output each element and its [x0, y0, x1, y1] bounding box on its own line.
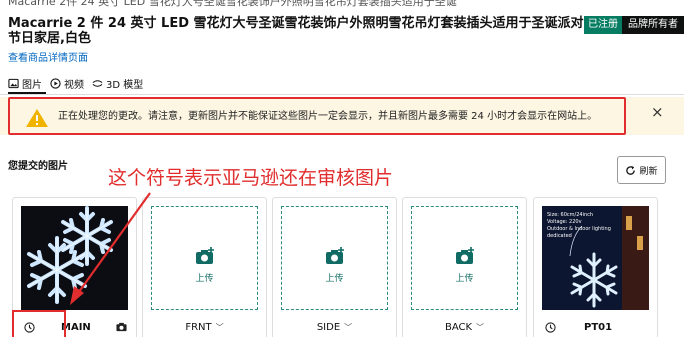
refresh-icon	[626, 165, 636, 175]
add-photo-icon	[195, 247, 214, 264]
chevron-down-icon: ﹀	[215, 323, 224, 332]
upload-slot-frnt[interactable]: 上传	[151, 206, 258, 310]
refresh-label: 刷新	[639, 166, 658, 177]
page-title: Macarrie 2 件 24 英寸 LED 雪花灯大号圣诞雪花装饰户外照明雪花…	[8, 16, 584, 46]
tab-3d-label: 3D 模型	[106, 79, 144, 91]
media-tabs: 图片 视频 3D 模型	[8, 74, 143, 92]
brand-owner-badge: 已注册 品牌所有者	[584, 16, 684, 34]
status-highlight-box	[12, 310, 66, 337]
back-label: BACK	[444, 322, 473, 333]
upload-label: 上传	[195, 274, 214, 284]
tab-images-label: 图片	[22, 79, 42, 91]
side-label: SIDE	[316, 322, 341, 333]
side-label-row[interactable]: SIDE ﹀	[273, 322, 396, 333]
image-card-side: 上传 SIDE ﹀	[272, 197, 397, 337]
submitted-images-title: 您提交的图片	[8, 161, 68, 172]
upload-slot-back[interactable]: 上传	[411, 206, 518, 310]
annotation-text: 这个符号表示亚马逊还在审核图片	[108, 167, 394, 189]
tab-images[interactable]: 图片	[8, 74, 42, 92]
tab-video-label: 视频	[64, 79, 84, 91]
brand-owner-label: 品牌所有者	[622, 16, 684, 34]
add-photo-icon	[455, 247, 474, 264]
pt01-image-thumbnail[interactable]: Size: 60cm/24inch Voltage: 220v Outdoor …	[542, 206, 649, 310]
main-image-thumbnail[interactable]	[21, 206, 128, 310]
chevron-down-icon: ﹀	[476, 323, 485, 332]
tab-3d-model[interactable]: 3D 模型	[92, 74, 143, 92]
upload-slot-side[interactable]: 上传	[281, 206, 388, 310]
pt01-overlay-4: dedicated	[547, 233, 572, 239]
pt01-overlay-2: Voltage: 220v	[547, 219, 582, 225]
snowflake-image	[27, 206, 113, 304]
tabs-divider	[0, 94, 684, 95]
refresh-button[interactable]: 刷新	[617, 156, 666, 184]
frnt-label-row[interactable]: FRNT ﹀	[143, 322, 266, 333]
image-card-frnt: 上传 FRNT ﹀	[142, 197, 267, 337]
chevron-down-icon: ﹀	[344, 323, 353, 332]
image-card-pt01: Size: 60cm/24inch Voltage: 220v Outdoor …	[533, 197, 658, 337]
upload-label: 上传	[325, 274, 344, 284]
warning-icon	[26, 109, 48, 127]
pt01-label: PT01	[584, 322, 613, 333]
image-card-back: 上传 BACK ﹀	[402, 197, 527, 337]
add-photo-icon	[325, 247, 344, 264]
view-detail-link[interactable]: 查看商品详情页面	[8, 49, 88, 64]
back-label-row[interactable]: BACK ﹀	[403, 322, 526, 333]
previous-title-text: Macarrie 2件 24 英寸 LED 雪花灯大号圣诞雪花装饰户外照明雪花吊…	[8, 0, 457, 8]
alert-close-button[interactable]: ×	[651, 103, 664, 121]
previous-title-strip: Macarrie 2件 24 英寸 LED 雪花灯大号圣诞雪花装饰户外照明雪花吊…	[0, 0, 684, 12]
upload-label: 上传	[455, 274, 474, 284]
image-icon	[8, 78, 19, 88]
3d-icon	[92, 79, 103, 87]
pt01-overlay-1: Size: 60cm/24inch	[547, 212, 594, 218]
registered-badge: 已注册	[584, 16, 622, 34]
tab-video[interactable]: 视频	[50, 74, 84, 92]
pt01-overlay-3: Outdoor & Indoor lighting	[547, 226, 611, 232]
play-icon	[50, 77, 61, 89]
alert-message: 正在处理您的更改。请注意，更新图片并不能保证这些图片一定会显示，并且新图片最多需…	[58, 111, 598, 122]
frnt-label: FRNT	[185, 322, 212, 333]
camera-icon[interactable]	[116, 322, 127, 332]
clock-icon	[545, 322, 556, 333]
